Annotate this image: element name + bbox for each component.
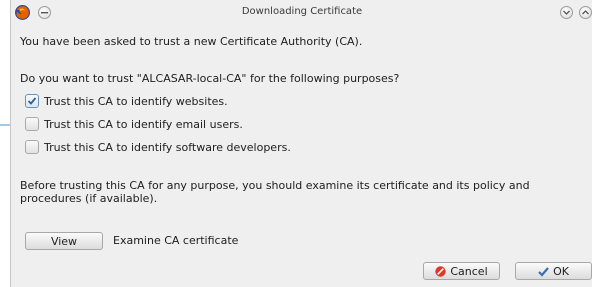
- cancel-label: Cancel: [450, 264, 488, 278]
- warning-text: Before trusting this CA for any purpose,…: [20, 179, 530, 205]
- trust-websites-option[interactable]: Trust this CA to identify websites.: [25, 93, 228, 109]
- warning-line-2: procedures (if available).: [20, 192, 158, 205]
- view-button[interactable]: View: [25, 232, 103, 250]
- certificate-dialog: Downloading Certificate You have been as…: [10, 0, 592, 287]
- trust-email-label: Trust this CA to identify email users.: [44, 117, 243, 131]
- intro-text: You have been asked to trust a new Certi…: [20, 35, 363, 48]
- checkmark-icon: [538, 266, 549, 277]
- trust-question: Do you want to trust "ALCASAR-local-CA" …: [20, 72, 400, 85]
- warning-line-1: Before trusting this CA for any purpose,…: [20, 179, 530, 192]
- minimize-icon[interactable]: [560, 6, 573, 19]
- maximize-icon[interactable]: [579, 6, 592, 19]
- view-description: Examine CA certificate: [113, 234, 239, 247]
- ok-button[interactable]: OK: [515, 262, 592, 280]
- trust-software-checkbox[interactable]: [25, 140, 39, 154]
- trust-websites-checkbox[interactable]: [25, 94, 39, 108]
- ok-label: OK: [553, 264, 569, 278]
- checkmark-icon: [27, 97, 37, 105]
- cancel-button[interactable]: Cancel: [423, 262, 500, 280]
- title-bar: Downloading Certificate: [11, 0, 592, 26]
- trust-software-option[interactable]: Trust this CA to identify software devel…: [25, 139, 291, 155]
- trust-email-checkbox[interactable]: [25, 117, 39, 131]
- trust-email-option[interactable]: Trust this CA to identify email users.: [25, 116, 243, 132]
- trust-software-label: Trust this CA to identify software devel…: [44, 140, 291, 154]
- cancel-icon: [435, 265, 447, 277]
- trust-websites-label: Trust this CA to identify websites.: [44, 94, 228, 108]
- window-title: Downloading Certificate: [241, 6, 363, 17]
